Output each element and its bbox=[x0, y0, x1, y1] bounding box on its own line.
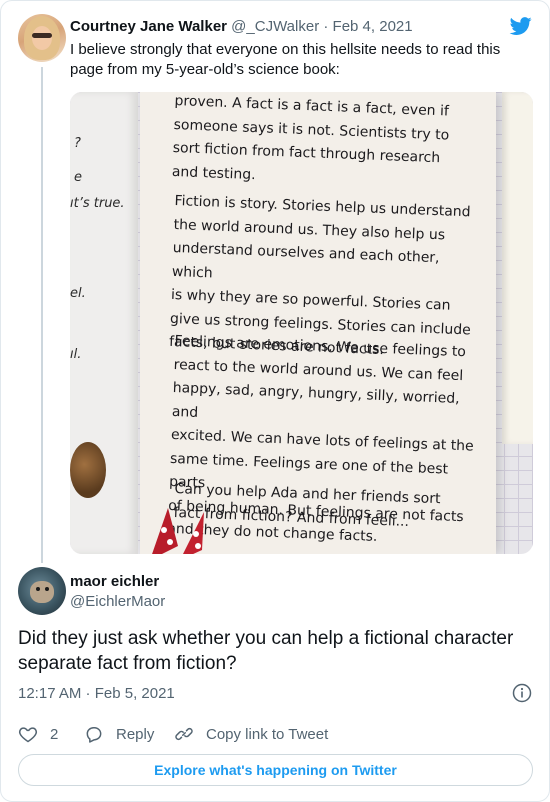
parent-author-handle[interactable]: @_CJWalker bbox=[231, 18, 319, 35]
parent-author-avatar[interactable] bbox=[18, 14, 66, 62]
left-page-fragment: el. bbox=[70, 286, 86, 301]
main-tweet-text: Did they just ask whether you can help a… bbox=[18, 628, 514, 674]
thread-connector-line bbox=[41, 67, 43, 563]
right-book-edge bbox=[502, 92, 533, 444]
left-page-fragment: ıt’s true. bbox=[70, 196, 125, 211]
heart-icon bbox=[18, 727, 38, 743]
left-page-fragment: ıl. bbox=[70, 347, 82, 362]
left-page-fragment: e bbox=[74, 170, 82, 185]
info-icon[interactable] bbox=[512, 683, 532, 703]
reply-label: Reply bbox=[116, 725, 155, 743]
main-author-avatar[interactable] bbox=[18, 567, 66, 615]
like-button[interactable]: 2 bbox=[18, 723, 58, 745]
tweet-photo[interactable]: ? e ıt’s true. el. ıl. proven. A fact is… bbox=[70, 92, 533, 554]
book-paragraph: proven. A fact is a fact is a fact, even… bbox=[171, 92, 450, 183]
parent-tweet-text: I believe strongly that everyone on this… bbox=[70, 41, 501, 78]
tweet-timestamp[interactable]: 12:17 AM · Feb 5, 2021 bbox=[18, 684, 175, 703]
decorative-ball bbox=[70, 442, 106, 498]
main-author-name[interactable]: maor eichler bbox=[70, 572, 159, 591]
parent-tweet-header: Courtney Jane Walker @_CJWalker · Feb 4,… bbox=[70, 17, 413, 36]
meta-separator: · bbox=[319, 18, 333, 35]
copy-link-button[interactable]: Copy link to Tweet bbox=[174, 723, 328, 745]
main-author-handle[interactable]: @EichlerMaor bbox=[70, 592, 165, 611]
like-count: 2 bbox=[50, 725, 59, 743]
tweet-actions-bar: 2 Reply Copy link to Tweet bbox=[18, 723, 534, 745]
decorative-flower-illustration bbox=[152, 508, 204, 554]
left-page-fragment: ? bbox=[74, 136, 81, 151]
link-icon bbox=[175, 727, 193, 741]
reply-button[interactable]: Reply bbox=[84, 723, 154, 745]
parent-author-name[interactable]: Courtney Jane Walker bbox=[70, 18, 227, 35]
parent-tweet-date[interactable]: Feb 4, 2021 bbox=[333, 18, 413, 35]
twitter-bird-icon[interactable] bbox=[509, 15, 533, 37]
explore-twitter-button[interactable]: Explore what's happening on Twitter bbox=[18, 754, 533, 786]
reply-bubble-icon bbox=[86, 727, 102, 743]
embedded-tweet-card: Courtney Jane Walker @_CJWalker · Feb 4,… bbox=[0, 0, 550, 802]
copy-link-label: Copy link to Tweet bbox=[206, 725, 329, 743]
